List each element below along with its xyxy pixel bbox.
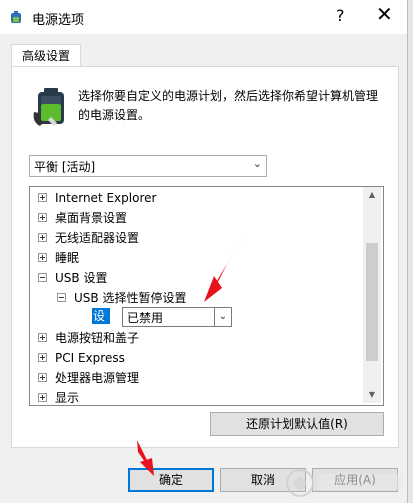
watermark-logo-icon xyxy=(286,469,404,497)
tree-item-processor-power[interactable]: 处理器电源管理 xyxy=(38,368,139,388)
tree-item-usb-settings[interactable]: USB 设置 xyxy=(38,268,107,288)
tree-item-usb-selective-suspend[interactable]: USB 选择性暂停设置 xyxy=(57,288,186,308)
restore-defaults-button[interactable]: 还原计划默认值(R) xyxy=(210,412,384,436)
expand-icon[interactable] xyxy=(38,373,47,382)
tree-item-pci-express[interactable]: PCI Express xyxy=(38,348,125,368)
expand-icon[interactable] xyxy=(38,393,47,402)
window-title: 电源选项 xyxy=(32,13,85,28)
tab-advanced-settings[interactable]: 高级设置 xyxy=(11,44,81,67)
usb-suspend-setting-select[interactable]: 已禁用 ⌄ xyxy=(122,307,232,327)
expand-icon[interactable] xyxy=(38,193,47,202)
expand-icon[interactable] xyxy=(38,213,47,222)
tree-item-power-buttons-lid[interactable]: 电源按钮和盖子 xyxy=(38,328,139,348)
help-button[interactable]: ? xyxy=(336,6,345,25)
close-button[interactable]: ✕ xyxy=(376,2,393,26)
scroll-thumb[interactable] xyxy=(366,243,378,361)
expand-icon[interactable] xyxy=(38,253,47,262)
background-window-edge xyxy=(407,0,413,503)
chevron-down-icon: ⌄ xyxy=(252,157,262,170)
plan-description: 选择你要自定义的电源计划，然后选择你希望计算机管理的电源设置。 xyxy=(78,89,379,122)
expand-icon[interactable] xyxy=(38,353,47,362)
tree-item-desktop-background[interactable]: 桌面背景设置 xyxy=(38,208,127,228)
expand-icon[interactable] xyxy=(38,333,47,342)
tree-scrollbar[interactable]: ▲ ▼ xyxy=(363,187,381,403)
settings-tree[interactable]: Internet Explorer 桌面背景设置 无线适配器设置 睡眠 USB … xyxy=(29,186,384,406)
tree-item-display[interactable]: 显示 xyxy=(38,388,79,405)
scroll-up-icon[interactable]: ▲ xyxy=(363,187,381,203)
collapse-icon[interactable] xyxy=(57,293,66,302)
scroll-down-icon[interactable]: ▼ xyxy=(363,387,381,403)
setting-label: 设置: xyxy=(92,308,111,339)
power-options-icon xyxy=(11,11,21,23)
battery-icon xyxy=(33,88,64,126)
collapse-icon[interactable] xyxy=(38,273,47,282)
tree-item-wireless-adapter[interactable]: 无线适配器设置 xyxy=(38,228,139,248)
chevron-down-icon[interactable]: ⌄ xyxy=(214,308,231,326)
ok-button[interactable]: 确定 xyxy=(128,468,214,492)
tree-item-internet-explorer[interactable]: Internet Explorer xyxy=(38,188,156,208)
tree-item-sleep[interactable]: 睡眠 xyxy=(38,248,79,268)
setting-value: 已禁用 xyxy=(127,311,164,325)
power-plan-value: 平衡 [活动] xyxy=(34,160,96,174)
power-plan-select[interactable]: 平衡 [活动] ⌄ xyxy=(29,155,267,177)
expand-icon[interactable] xyxy=(38,233,47,242)
